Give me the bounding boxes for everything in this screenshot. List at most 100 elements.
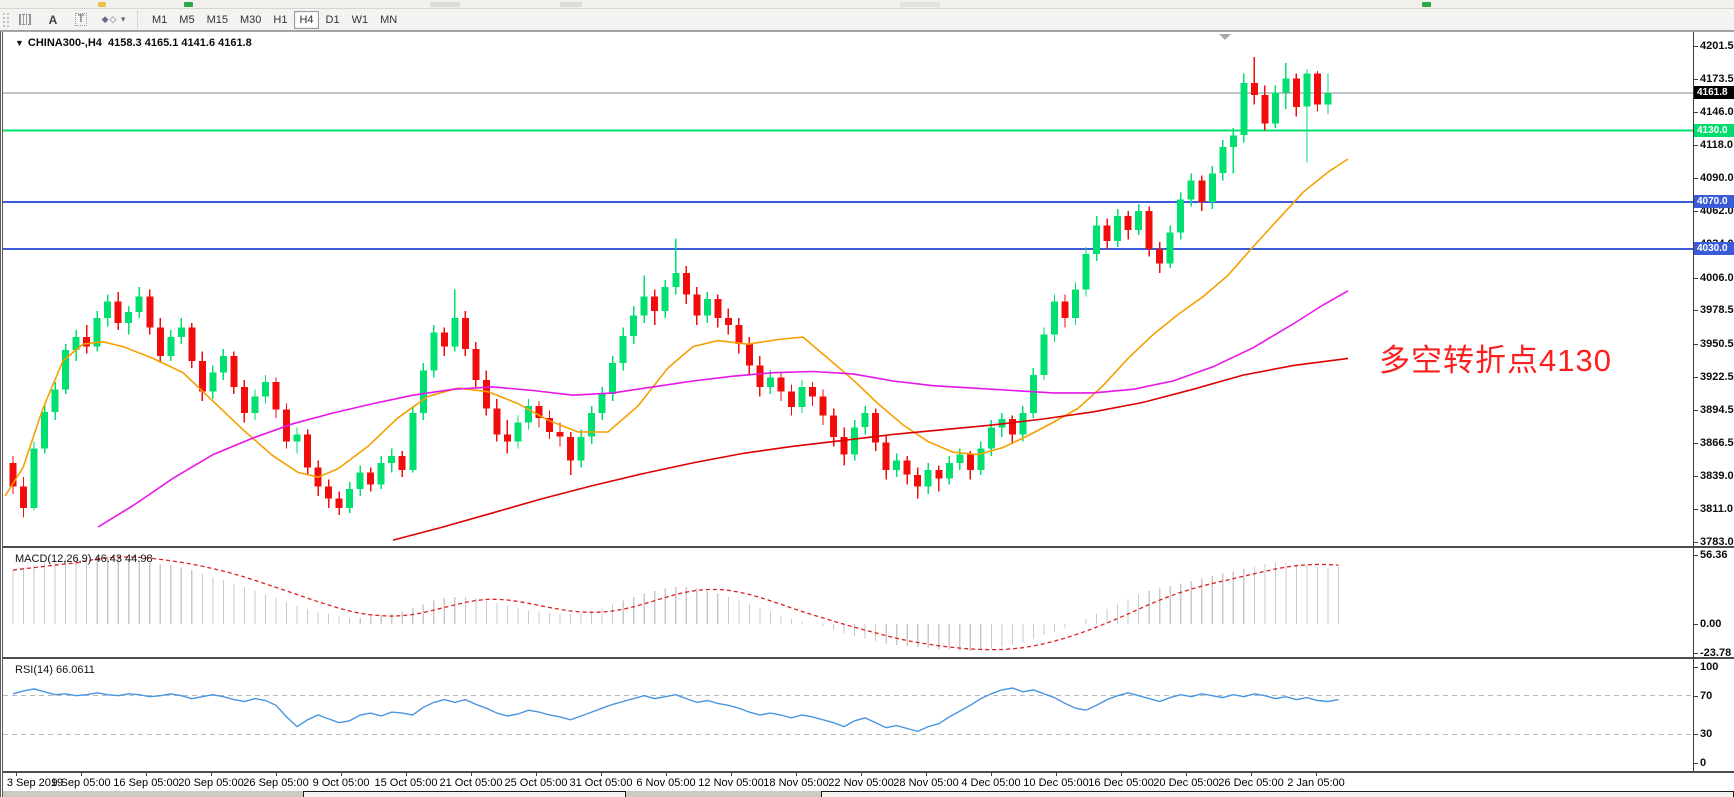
axis-tick-label: 3811.0 [1700, 503, 1734, 515]
clipped-toolbar-row [0, 0, 1734, 9]
chart-ohlc-values: 4158.3 4165.1 4141.6 4161.8 [108, 37, 252, 49]
timeframe-bar: M1M5M15M30H1H4D1W1MN [146, 11, 403, 29]
date-label: 4 Dec 05:00 [961, 777, 1020, 789]
axis-tick-mark [1693, 443, 1698, 444]
docked-panel-top [821, 791, 1734, 797]
date-tick-mark [926, 773, 927, 776]
chart-toolbar: A T ◆◇ ▾ M1M5M15M30H1H4D1W1MN [0, 9, 1734, 31]
timeframe-button-W1[interactable]: W1 [347, 11, 374, 29]
timeframe-button-M1[interactable]: M1 [147, 11, 172, 29]
date-label: 28 Nov 05:00 [893, 777, 958, 789]
date-label: 26 Dec 05:00 [1218, 777, 1283, 789]
date-tick-mark [601, 773, 602, 776]
axis-tick-mark [1693, 278, 1698, 279]
axis-tick-mark [1693, 79, 1698, 80]
axis-tick-label: 4146.0 [1700, 106, 1734, 118]
axis-tick-label: 3922.5 [1700, 371, 1734, 383]
date-label: 12 Nov 05:00 [698, 777, 763, 789]
axis-tick-label: 3978.5 [1700, 304, 1734, 316]
date-label: 20 Sep 05:00 [178, 777, 243, 789]
axis-tick-mark [1693, 555, 1698, 556]
rsi-pane[interactable] [3, 659, 1734, 771]
date-label: 25 Oct 05:00 [505, 777, 568, 789]
axis-tick-mark [1693, 410, 1698, 411]
date-label: 16 Sep 05:00 [113, 777, 178, 789]
chart-window: ▼CHINA300-,H4 4158.3 4165.1 4141.6 4161.… [0, 31, 1734, 797]
text-box-tool-button[interactable]: T [68, 11, 94, 29]
date-tick-mark [406, 773, 407, 776]
axis-tick-mark [1693, 653, 1698, 654]
axis-tick-mark [1693, 344, 1698, 345]
date-tick-mark [1056, 773, 1057, 776]
chart-annotation: 多空转折点4130 [1379, 335, 1612, 380]
chart-shift-marker[interactable] [1219, 34, 1231, 40]
date-tick-mark [471, 773, 472, 776]
clipped-icon [1422, 2, 1431, 7]
axis-tick-mark [1693, 763, 1698, 764]
timeframe-button-H1[interactable]: H1 [268, 11, 292, 29]
axis-tick-label: 56.36 [1700, 549, 1734, 561]
clipped-icon [900, 2, 940, 7]
axis-tick-mark [1693, 509, 1698, 510]
macd-label: MACD(12,26,9) 46.43 44.98 [15, 553, 153, 565]
text-label-tool-button[interactable]: A [40, 11, 66, 29]
timeframe-button-M5[interactable]: M5 [174, 11, 199, 29]
axis-tick-label: 30 [1700, 728, 1734, 740]
date-label: 16 Dec 05:00 [1088, 777, 1153, 789]
price-badge-4030.0: 4030.0 [1694, 242, 1734, 255]
rsi-line [13, 688, 1339, 731]
macd-histogram [13, 555, 1339, 651]
date-tick-mark [731, 773, 732, 776]
pattern-grid-icon [19, 14, 31, 25]
axis-tick-mark [1693, 145, 1698, 146]
date-label: 22 Nov 05:00 [828, 777, 893, 789]
text-label-icon: A [49, 13, 58, 27]
axis-tick-label: 3783.0 [1700, 536, 1734, 548]
text-box-icon: T [75, 13, 88, 26]
date-label: 9 Sep 05:00 [51, 777, 110, 789]
axis-tick-label: 4006.0 [1700, 272, 1734, 284]
axis-tick-mark [1693, 112, 1698, 113]
candlestick-series [10, 57, 1332, 518]
axis-tick-label: 70 [1700, 690, 1734, 702]
macd-pane[interactable] [3, 548, 1734, 657]
axis-tick-label: 3950.5 [1700, 338, 1734, 350]
axis-tick-label: 0 [1700, 757, 1734, 769]
date-tick-mark [1251, 773, 1252, 776]
date-label: 18 Nov 05:00 [763, 777, 828, 789]
date-tick-mark [1121, 773, 1122, 776]
date-tick-mark [666, 773, 667, 776]
pattern-grid-tool-button[interactable] [12, 11, 38, 29]
axis-tick-label: 4090.0 [1700, 172, 1734, 184]
axis-tick-label: 3894.5 [1700, 404, 1734, 416]
axis-tick-mark [1693, 377, 1698, 378]
chart-title-caret-icon: ▼ [15, 38, 24, 48]
price-badge-4070.0: 4070.0 [1694, 195, 1734, 208]
date-tick-mark [276, 773, 277, 776]
axis-tick-label: 4173.5 [1700, 73, 1734, 85]
rsi-label: RSI(14) 66.0611 [15, 664, 95, 676]
timeframe-button-M15[interactable]: M15 [202, 11, 233, 29]
docked-panel-top [303, 791, 626, 797]
axis-tick-label: 3866.5 [1700, 437, 1734, 449]
clipped-icon [430, 2, 460, 7]
date-tick-mark [211, 773, 212, 776]
axis-tick-label: 3839.0 [1700, 470, 1734, 482]
timeframe-button-MN[interactable]: MN [375, 11, 402, 29]
timeframe-button-D1[interactable]: D1 [321, 11, 345, 29]
timeframe-button-H4[interactable]: H4 [294, 11, 318, 29]
axis-tick-label: 4201.5 [1700, 40, 1734, 52]
date-label: 26 Sep 05:00 [243, 777, 308, 789]
toolbar-drag-handle[interactable] [2, 12, 11, 28]
date-tick-mark [1316, 773, 1317, 776]
axis-tick-mark [1693, 310, 1698, 311]
price-axis-border [1693, 32, 1694, 771]
main-price-pane[interactable] [3, 32, 1734, 546]
shapes-dropdown-button[interactable]: ◆◇ ▾ [96, 11, 132, 29]
clipped-icon [560, 2, 582, 7]
date-axis[interactable]: 3 Sep 20199 Sep 05:0016 Sep 05:0020 Sep … [3, 773, 1734, 791]
date-label: 2 Jan 05:00 [1287, 777, 1345, 789]
timeframe-button-M30[interactable]: M30 [235, 11, 266, 29]
axis-tick-mark [1693, 476, 1698, 477]
date-label: 9 Oct 05:00 [313, 777, 370, 789]
